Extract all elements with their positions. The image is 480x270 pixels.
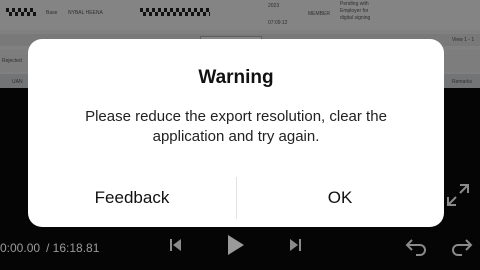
skip-back-icon[interactable] xyxy=(170,238,184,252)
skip-back-arrow xyxy=(173,239,181,251)
skip-forward-arrow xyxy=(290,239,298,251)
skip-forward-bar xyxy=(299,239,301,251)
ok-button[interactable]: OK xyxy=(236,169,444,227)
dialog-message: Please reduce the export resolution, cle… xyxy=(85,108,387,145)
undo-icon[interactable] xyxy=(404,236,428,256)
redo-icon[interactable] xyxy=(450,236,474,256)
dialog-title: Warning xyxy=(198,67,274,88)
total-time: / 16:18.81 xyxy=(46,241,100,255)
current-time: 0:00.00 xyxy=(0,241,41,255)
feedback-button[interactable]: Feedback xyxy=(28,169,236,227)
fullscreen-icon[interactable] xyxy=(446,183,470,207)
skip-forward-icon[interactable] xyxy=(290,238,304,252)
play-icon[interactable] xyxy=(228,235,248,255)
warning-dialog: Warning Please reduce the export resolut… xyxy=(28,39,444,227)
play-triangle xyxy=(228,235,244,255)
skip-back-bar xyxy=(170,239,172,251)
